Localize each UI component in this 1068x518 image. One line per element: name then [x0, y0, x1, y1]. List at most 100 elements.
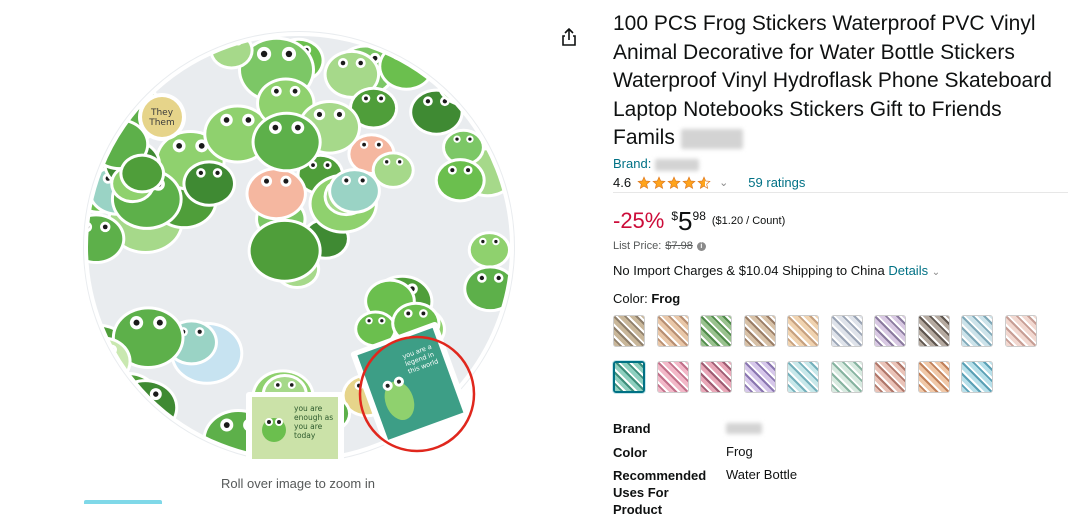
- info-icon[interactable]: i: [696, 241, 706, 251]
- swatch-thumbnail: [1005, 316, 1036, 346]
- list-price-label: List Price:: [613, 240, 662, 252]
- color-swatch-17[interactable]: [874, 361, 906, 393]
- color-swatch-7[interactable]: [874, 315, 906, 347]
- color-swatch-15[interactable]: [787, 361, 819, 393]
- color-label: Color: Frog: [613, 291, 680, 306]
- chevron-down-icon[interactable]: ⌄: [719, 176, 728, 189]
- frog-sticker: [86, 213, 126, 265]
- shipping-details-link[interactable]: Details ⌄: [888, 263, 940, 278]
- frog-sticker: [119, 153, 166, 194]
- color-swatch-11[interactable]: [613, 361, 645, 393]
- frog-sticker: [409, 88, 464, 136]
- frog-sticker: [182, 160, 236, 207]
- redacted-brand: [654, 158, 699, 171]
- star-icon: [637, 175, 651, 189]
- swatch-thumbnail: [962, 316, 992, 346]
- discount-badge: -25%: [613, 208, 665, 233]
- chevron-down-icon: ⌄: [931, 267, 941, 278]
- color-swatch-5[interactable]: [787, 315, 819, 347]
- sticker-they-them: They Them: [138, 93, 186, 141]
- color-swatch-13[interactable]: [700, 361, 732, 393]
- brand-line: Brand:: [613, 156, 699, 171]
- color-swatch-9[interactable]: [961, 315, 993, 347]
- star-icon: [682, 175, 696, 189]
- price-fraction: 98: [692, 209, 706, 223]
- color-swatch-14[interactable]: [743, 361, 776, 393]
- star-icon: [667, 175, 681, 189]
- swatch-thumbnail: [614, 316, 644, 346]
- swatch-thumbnail: [657, 362, 688, 392]
- price-row: -25% $ 5 98 ($1.20 / Count): [613, 207, 785, 235]
- frog-sticker: [251, 111, 322, 173]
- star-rating-icon[interactable]: [637, 175, 711, 190]
- color-swatch-2[interactable]: [656, 315, 689, 347]
- frog-sticker: [378, 41, 435, 91]
- ratings-count-link[interactable]: 59 ratings: [748, 175, 805, 190]
- swatch-thumbnail: [831, 362, 862, 392]
- swatch-thumbnail: [744, 362, 775, 392]
- unit-price: ($1.20 / Count): [711, 215, 786, 227]
- detail-label: Color: [613, 445, 647, 460]
- they-them-text: They Them: [148, 108, 175, 128]
- zoom-caption: Roll over image to zoom in: [221, 476, 375, 491]
- color-swatch-12[interactable]: [656, 361, 689, 393]
- swatch-thumbnail: [962, 362, 992, 392]
- swatch-thumbnail: [744, 316, 775, 346]
- redacted-title-suffix: [680, 128, 743, 149]
- swatch-thumbnail: [788, 362, 818, 392]
- swatch-thumbnail: [875, 316, 905, 346]
- swatch-thumbnail: [657, 316, 688, 346]
- detail-value: Frog: [726, 444, 753, 459]
- sticker-card-left: you are enough as you are today: [246, 392, 344, 464]
- frog-sticker: [436, 57, 494, 107]
- swatch-thumbnail: [788, 316, 818, 346]
- list-price: List Price: $7.98 i: [613, 240, 706, 252]
- rating-row[interactable]: 4.6 ⌄ 59 ratings: [613, 175, 805, 190]
- color-swatch-1[interactable]: [613, 315, 645, 347]
- swatch-thumbnail: [918, 316, 949, 346]
- frog-sticker: [434, 158, 486, 203]
- color-swatch-8[interactable]: [917, 315, 950, 347]
- frog-sticker: [467, 231, 512, 269]
- frog-sticker: [98, 34, 161, 75]
- frog-sticker: [245, 167, 307, 221]
- swatch-thumbnail: [831, 316, 862, 346]
- swatch-thumbnail: [615, 363, 643, 391]
- price-symbol: $: [671, 209, 679, 223]
- product-title-text: 100 PCS Frog Stickers Waterproof PVC Vin…: [613, 12, 1052, 150]
- color-label-text: Color:: [613, 291, 648, 306]
- star-icon: [697, 175, 711, 189]
- color-swatch-3[interactable]: [700, 315, 732, 347]
- frog-sticker: [247, 218, 322, 283]
- color-swatch-19[interactable]: [961, 361, 993, 393]
- redacted-brand-value: [726, 423, 762, 435]
- detail-value: Water Bottle: [726, 467, 798, 482]
- brand-label: Brand:: [613, 156, 652, 171]
- swatch-thumbnail: [701, 362, 731, 392]
- swatch-thumbnail: [701, 316, 731, 346]
- shipping-info: No Import Charges & $10.04 Shipping to C…: [613, 263, 940, 278]
- list-price-value: $7.98: [665, 240, 693, 252]
- frog-sticker: [112, 379, 179, 437]
- swatch-thumbnail: [875, 362, 905, 392]
- brand-link[interactable]: Brand:: [613, 156, 699, 171]
- thumbnail-strip-edge[interactable]: [84, 500, 162, 504]
- color-swatch-10[interactable]: [1004, 315, 1037, 347]
- color-swatch-18[interactable]: [917, 361, 950, 393]
- frog-sticker: [105, 45, 155, 89]
- product-image[interactable]: you are enough as you are today you are ale…: [66, 9, 532, 469]
- color-swatch-16[interactable]: [830, 361, 863, 393]
- frog-sticker: [371, 151, 415, 189]
- star-icon: [652, 175, 666, 189]
- color-swatch-4[interactable]: [743, 315, 776, 347]
- color-swatch-6[interactable]: [830, 315, 863, 347]
- share-icon[interactable]: [558, 26, 580, 48]
- rating-value: 4.6: [613, 175, 632, 190]
- detail-value: [726, 420, 762, 435]
- swatch-thumbnail: [918, 362, 949, 392]
- product-title: 100 PCS Frog Stickers Waterproof PVC Vin…: [613, 10, 1068, 153]
- detail-label: Brand: [613, 421, 651, 436]
- color-selected-value: Frog: [651, 291, 681, 306]
- divider: [613, 192, 1068, 193]
- price-whole: 5: [678, 206, 693, 236]
